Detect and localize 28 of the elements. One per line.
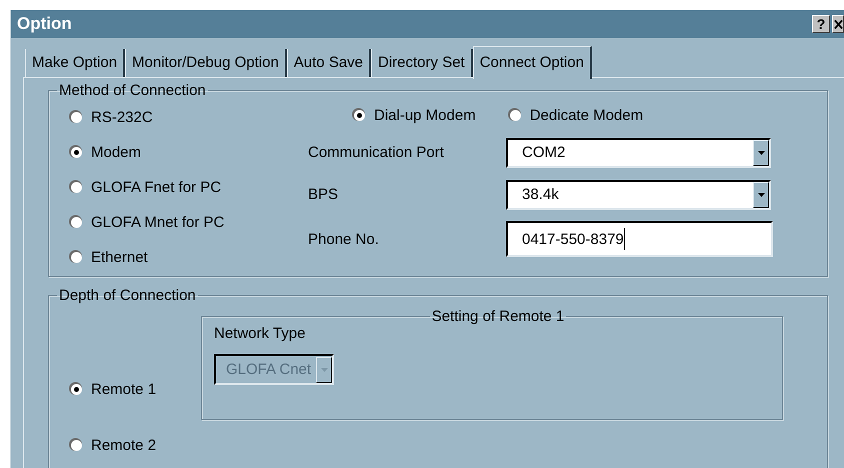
group-title: Setting of Remote 1 [430,308,566,325]
group-title: Method of Connection [58,82,207,99]
radio-option[interactable]: RS-232C [71,106,308,128]
dropdown[interactable]: COM2 [506,138,771,168]
radio-option[interactable]: GLOFA Fnet for PC [71,176,308,198]
field-label: BPS [308,186,340,203]
close-icon [834,18,843,30]
radio-option[interactable]: Remote 1 [71,378,201,400]
radio-option[interactable]: GLOFA Mnet for PC [71,211,308,233]
tab[interactable]: Connect Option [472,46,592,79]
group-title: Depth of Connection [58,287,197,304]
tab[interactable]: Make Option [25,49,126,77]
window-title: Option [17,14,72,34]
input-field[interactable]: 0417-550-8379 [506,221,773,257]
radio-option[interactable]: Dedicate Modem [510,104,644,126]
help-button[interactable]: ? [812,15,830,33]
radio-option[interactable]: Remote 2 [71,434,201,456]
tab[interactable]: Monitor/Debug Option [125,49,287,77]
radio-option[interactable]: Ethernet [71,246,308,268]
field-label: Network Type [214,325,306,342]
radio-option[interactable]: Modem [71,141,308,163]
field-label: Communication Port [308,144,445,161]
tab[interactable]: Auto Save [286,49,372,77]
close-button[interactable] [832,15,844,33]
field-label: Phone No. [308,230,380,248]
radio-option[interactable]: Dial-up Modem [354,104,476,126]
dropdown[interactable]: 38.4k [506,180,771,210]
tab[interactable]: Directory Set [371,49,473,77]
